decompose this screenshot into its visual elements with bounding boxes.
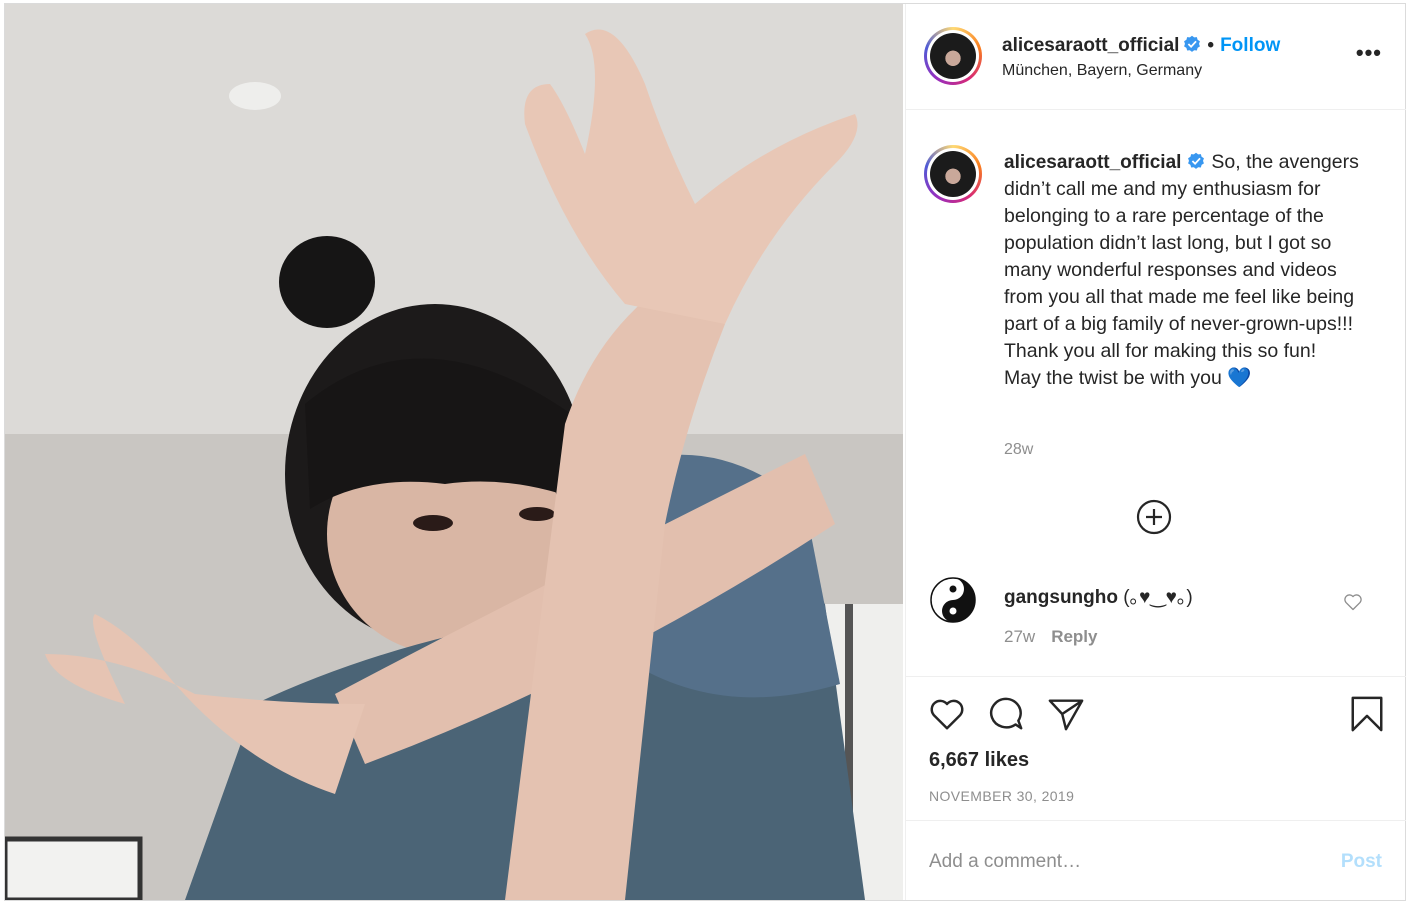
comment-bubble-icon[interactable] — [987, 695, 1025, 733]
comment-like-heart-icon[interactable] — [1343, 592, 1363, 612]
comment-line: gangsungho (｡♥‿♥｡) — [1004, 582, 1193, 609]
separator-dot: • — [1207, 35, 1215, 56]
reply-button[interactable]: Reply — [1051, 627, 1097, 646]
post-location[interactable]: München, Bayern, Germany — [1002, 62, 1202, 80]
load-more-comments-icon[interactable] — [1136, 499, 1172, 535]
comment-meta: 27w Reply — [1004, 627, 1097, 647]
verified-badge-icon — [1188, 152, 1205, 169]
post-comment-button[interactable]: Post — [1341, 851, 1382, 873]
likes-count[interactable]: 6,667 likes — [929, 749, 1029, 772]
verified-badge-icon — [1184, 35, 1201, 52]
commenter-avatar[interactable] — [930, 577, 976, 623]
comment-timestamp[interactable]: 27w — [1004, 627, 1035, 646]
caption-body-line2: May the twist be with you — [1004, 367, 1222, 389]
caption-username[interactable]: alicesaraott_official — [1004, 152, 1181, 173]
save-bookmark-icon[interactable] — [1348, 695, 1386, 733]
comment-body: (｡♥‿♥｡) — [1123, 587, 1193, 608]
more-options-icon[interactable]: ••• — [1356, 42, 1382, 64]
post-side-panel: alicesaraott_official • Follow München, Ba… — [905, 4, 1406, 900]
caption-avatar[interactable] — [924, 145, 982, 203]
photo-illustration — [5, 4, 903, 900]
post-header: alicesaraott_official • Follow München, Ba… — [906, 4, 1406, 110]
author-username[interactable]: alicesaraott_official — [1002, 35, 1179, 56]
share-paper-plane-icon[interactable] — [1047, 695, 1085, 733]
post-date[interactable]: NOVEMBER 30, 2019 — [929, 788, 1074, 804]
caption-timestamp[interactable]: 28w — [1004, 441, 1033, 459]
comment-input[interactable] — [929, 847, 1309, 877]
blue-heart-emoji: 💙 — [1227, 367, 1252, 389]
author-line: alicesaraott_official • Follow — [1002, 35, 1280, 57]
author-avatar[interactable] — [924, 27, 982, 85]
commenter-username[interactable]: gangsungho — [1004, 587, 1118, 608]
like-heart-icon[interactable] — [928, 695, 966, 733]
caption-text: alicesaraott_official So, the avengers di… — [1004, 149, 1374, 392]
caption-body: So, the avengers didn’t call me and my e… — [1004, 151, 1359, 362]
post-photo[interactable] — [5, 4, 903, 900]
comment-bar: Post — [906, 820, 1406, 900]
author-avatar-image — [930, 33, 976, 79]
post-actions: 6,667 likes NOVEMBER 30, 2019 — [906, 676, 1406, 820]
follow-button[interactable]: Follow — [1220, 35, 1280, 56]
caption-avatar-image — [930, 151, 976, 197]
